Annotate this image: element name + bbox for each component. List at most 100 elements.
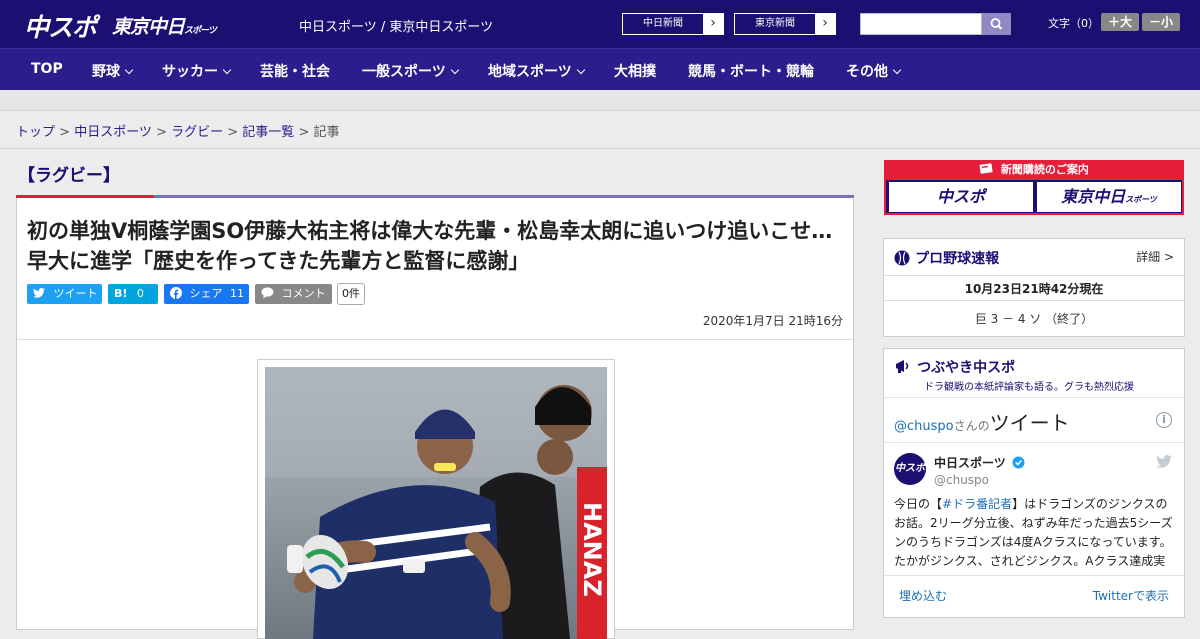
pro-baseball-widget: プロ野球速報 詳細 > 10月23日21時42分現在 巨 3 － 4 ソ （終了… — [883, 238, 1185, 337]
banner-text: HANAZ — [578, 502, 606, 597]
tweet-widget-subtitle: ドラ観戦の本紙評論家も語る。グラも熱烈応援 — [924, 382, 1134, 393]
font-smaller-button[interactable]: －小 — [1142, 13, 1180, 31]
divider — [884, 275, 1184, 276]
tokyo-logo-text: 東京中日 — [112, 16, 185, 38]
chevron-down-icon — [450, 65, 459, 75]
nav-item-top[interactable]: TOP — [31, 61, 63, 77]
nav-item-entertainment[interactable]: 芸能・社会 — [260, 61, 330, 81]
nav-item-soccer[interactable]: サッカー — [162, 61, 232, 81]
tweet-text-pre: 今日の【 — [894, 497, 943, 511]
info-icon[interactable]: i — [1156, 412, 1172, 428]
breadcrumb-chunichi-sports[interactable]: 中日スポーツ — [74, 125, 152, 140]
twitter-widget: つぶやき中スポ ドラ観戦の本紙評論家も語る。グラも熱烈応援 @chuspoさんの… — [883, 348, 1185, 618]
tweet-widget-title: つぶやき中スポ — [917, 360, 1016, 376]
nav-label: 競馬・ボート・競輪 — [688, 64, 814, 80]
nav-item-keiba[interactable]: 競馬・ボート・競輪 — [688, 61, 814, 81]
divider — [0, 148, 1200, 149]
tweet-button[interactable]: ツイート — [27, 284, 102, 304]
embed-link[interactable]: 埋め込む — [899, 587, 947, 604]
category-heading: 【ラグビー】 — [18, 166, 120, 186]
article-box: 初の単独V桐蔭学園SO伊藤大祐主将は偉大な先輩・松島幸太朗に追いつけ追いこせ…早… — [16, 198, 854, 639]
nav-label: 芸能・社会 — [260, 64, 330, 80]
breadcrumb: トップ > 中日スポーツ > ラグビー > 記事一覧 > 記事 — [16, 125, 340, 140]
chevron-down-icon — [892, 65, 902, 75]
tweets-handle-suffix: さんの — [953, 419, 990, 433]
nav-item-general-sports[interactable]: 一般スポーツ — [362, 61, 459, 81]
nav-item-local-sports[interactable]: 地域スポーツ — [488, 61, 585, 81]
divider — [17, 339, 853, 340]
comment-button[interactable]: コメント — [255, 284, 332, 304]
tokyo-subscribe-small: スポーツ — [1125, 195, 1157, 204]
chevron-down-icon — [124, 65, 134, 75]
baseball-icon — [894, 250, 910, 266]
facebook-icon — [170, 287, 182, 299]
sub-strip — [0, 90, 1200, 111]
nav-item-other[interactable]: その他 — [846, 61, 902, 81]
font-larger-button[interactable]: ＋大 — [1101, 13, 1139, 31]
newspaper-icon — [979, 163, 993, 174]
search-button[interactable] — [982, 13, 1011, 35]
baseball-score[interactable]: 巨 3 － 4 ソ （終了） — [884, 310, 1184, 327]
nav-label: サッカー — [162, 64, 218, 80]
nav-label: 一般スポーツ — [362, 64, 446, 80]
chuspo-logo[interactable]: 中スポ — [24, 8, 97, 44]
top-header: 中スポ 東京中日スポーツ 中日スポーツ / 東京中日スポーツ 中日新聞 › 東京… — [0, 0, 1200, 48]
tokyo-logo-small: スポーツ — [184, 26, 217, 36]
tweet-text: 今日の【#ドラ番記者】はドラゴンズのジンクスのお話。2リーグ分立後、ねずみ年だっ… — [894, 495, 1176, 571]
baseball-widget-title: プロ野球速報 — [915, 251, 1000, 267]
divider — [884, 300, 1184, 301]
search-icon — [990, 18, 1003, 30]
site-name[interactable]: 中日スポーツ / 東京中日スポーツ — [299, 16, 493, 35]
tweet-account-name[interactable]: 中日スポーツ — [934, 454, 1025, 471]
twitter-icon — [33, 288, 45, 298]
speech-bubble-icon — [261, 287, 274, 299]
breadcrumb-top[interactable]: トップ — [16, 125, 55, 140]
main-nav: TOP 野球 サッカー 芸能・社会 一般スポーツ 地域スポーツ 大相撲 競馬・ボ… — [0, 48, 1200, 90]
publish-date: 2020年1月7日 21時16分 — [702, 314, 843, 328]
avatar[interactable]: 中スポ — [894, 453, 926, 485]
hatena-bookmark-button[interactable]: B! 0 — [108, 284, 158, 304]
hatena-count: 0 — [136, 287, 144, 300]
subscription-title: 新聞購読のご案内 — [884, 160, 1184, 180]
chevron-right-icon: › — [822, 15, 828, 31]
chuspo-subscribe-button[interactable]: 中スポ — [889, 182, 1033, 212]
baseball-widget-header: プロ野球速報 — [894, 248, 999, 268]
chevron-down-icon — [222, 65, 232, 75]
tokyo-shimbun-link[interactable]: 東京新聞 › — [734, 13, 836, 35]
hatena-icon: B! — [114, 287, 128, 300]
breadcrumb-current: 記事 — [313, 125, 340, 140]
chevron-right-icon: › — [710, 15, 716, 31]
chevron-down-icon — [576, 65, 585, 75]
ext-link-label: 東京新聞 — [735, 14, 815, 34]
nav-item-baseball[interactable]: 野球 — [92, 61, 134, 81]
tweet-account-handle[interactable]: @chuspo — [934, 473, 989, 487]
breadcrumb-article-list[interactable]: 記事一覧 — [242, 125, 294, 140]
divider — [884, 442, 1184, 443]
breadcrumb-rugby[interactable]: ラグビー — [171, 125, 223, 140]
nav-item-sumo[interactable]: 大相撲 — [614, 61, 656, 81]
nav-label: その他 — [846, 64, 888, 80]
nav-label: TOP — [31, 61, 63, 77]
view-on-twitter-link[interactable]: Twitterで表示 — [1093, 587, 1169, 604]
tweets-handle-link[interactable]: @chuspo — [894, 419, 954, 434]
search-input[interactable] — [860, 13, 982, 35]
tweets-by-heading: @chuspoさんのツイート — [894, 407, 1070, 436]
twitter-bird-icon[interactable] — [1156, 455, 1172, 468]
baseball-update-time: 10月23日21時42分現在 — [964, 282, 1104, 296]
subscription-banner[interactable]: 新聞購読のご案内 中スポ 東京中日スポーツ — [884, 160, 1184, 215]
tweet-label: ツイート — [53, 287, 98, 300]
divider — [884, 397, 1184, 398]
divider — [884, 575, 1184, 576]
facebook-share-count: 11 — [230, 287, 244, 300]
tweet-hashtag-link[interactable]: #ドラ番記者 — [942, 497, 1012, 511]
facebook-share-button[interactable]: シェア 11 — [164, 284, 249, 304]
baseball-details-link[interactable]: 詳細 > — [1136, 248, 1174, 265]
article-photo[interactable]: HANAZ — [257, 359, 615, 639]
chunichi-shimbun-link[interactable]: 中日新聞 › — [622, 13, 724, 35]
comment-count[interactable]: 0件 — [337, 283, 365, 305]
tokyo-chunichi-subscribe-button[interactable]: 東京中日スポーツ — [1037, 182, 1181, 212]
rugby-photo-image: HANAZ — [265, 367, 607, 639]
megaphone-icon — [896, 360, 909, 373]
tokyo-subscribe-label: 東京中日 — [1061, 187, 1126, 206]
tokyo-chunichi-logo[interactable]: 東京中日スポーツ — [112, 12, 217, 39]
